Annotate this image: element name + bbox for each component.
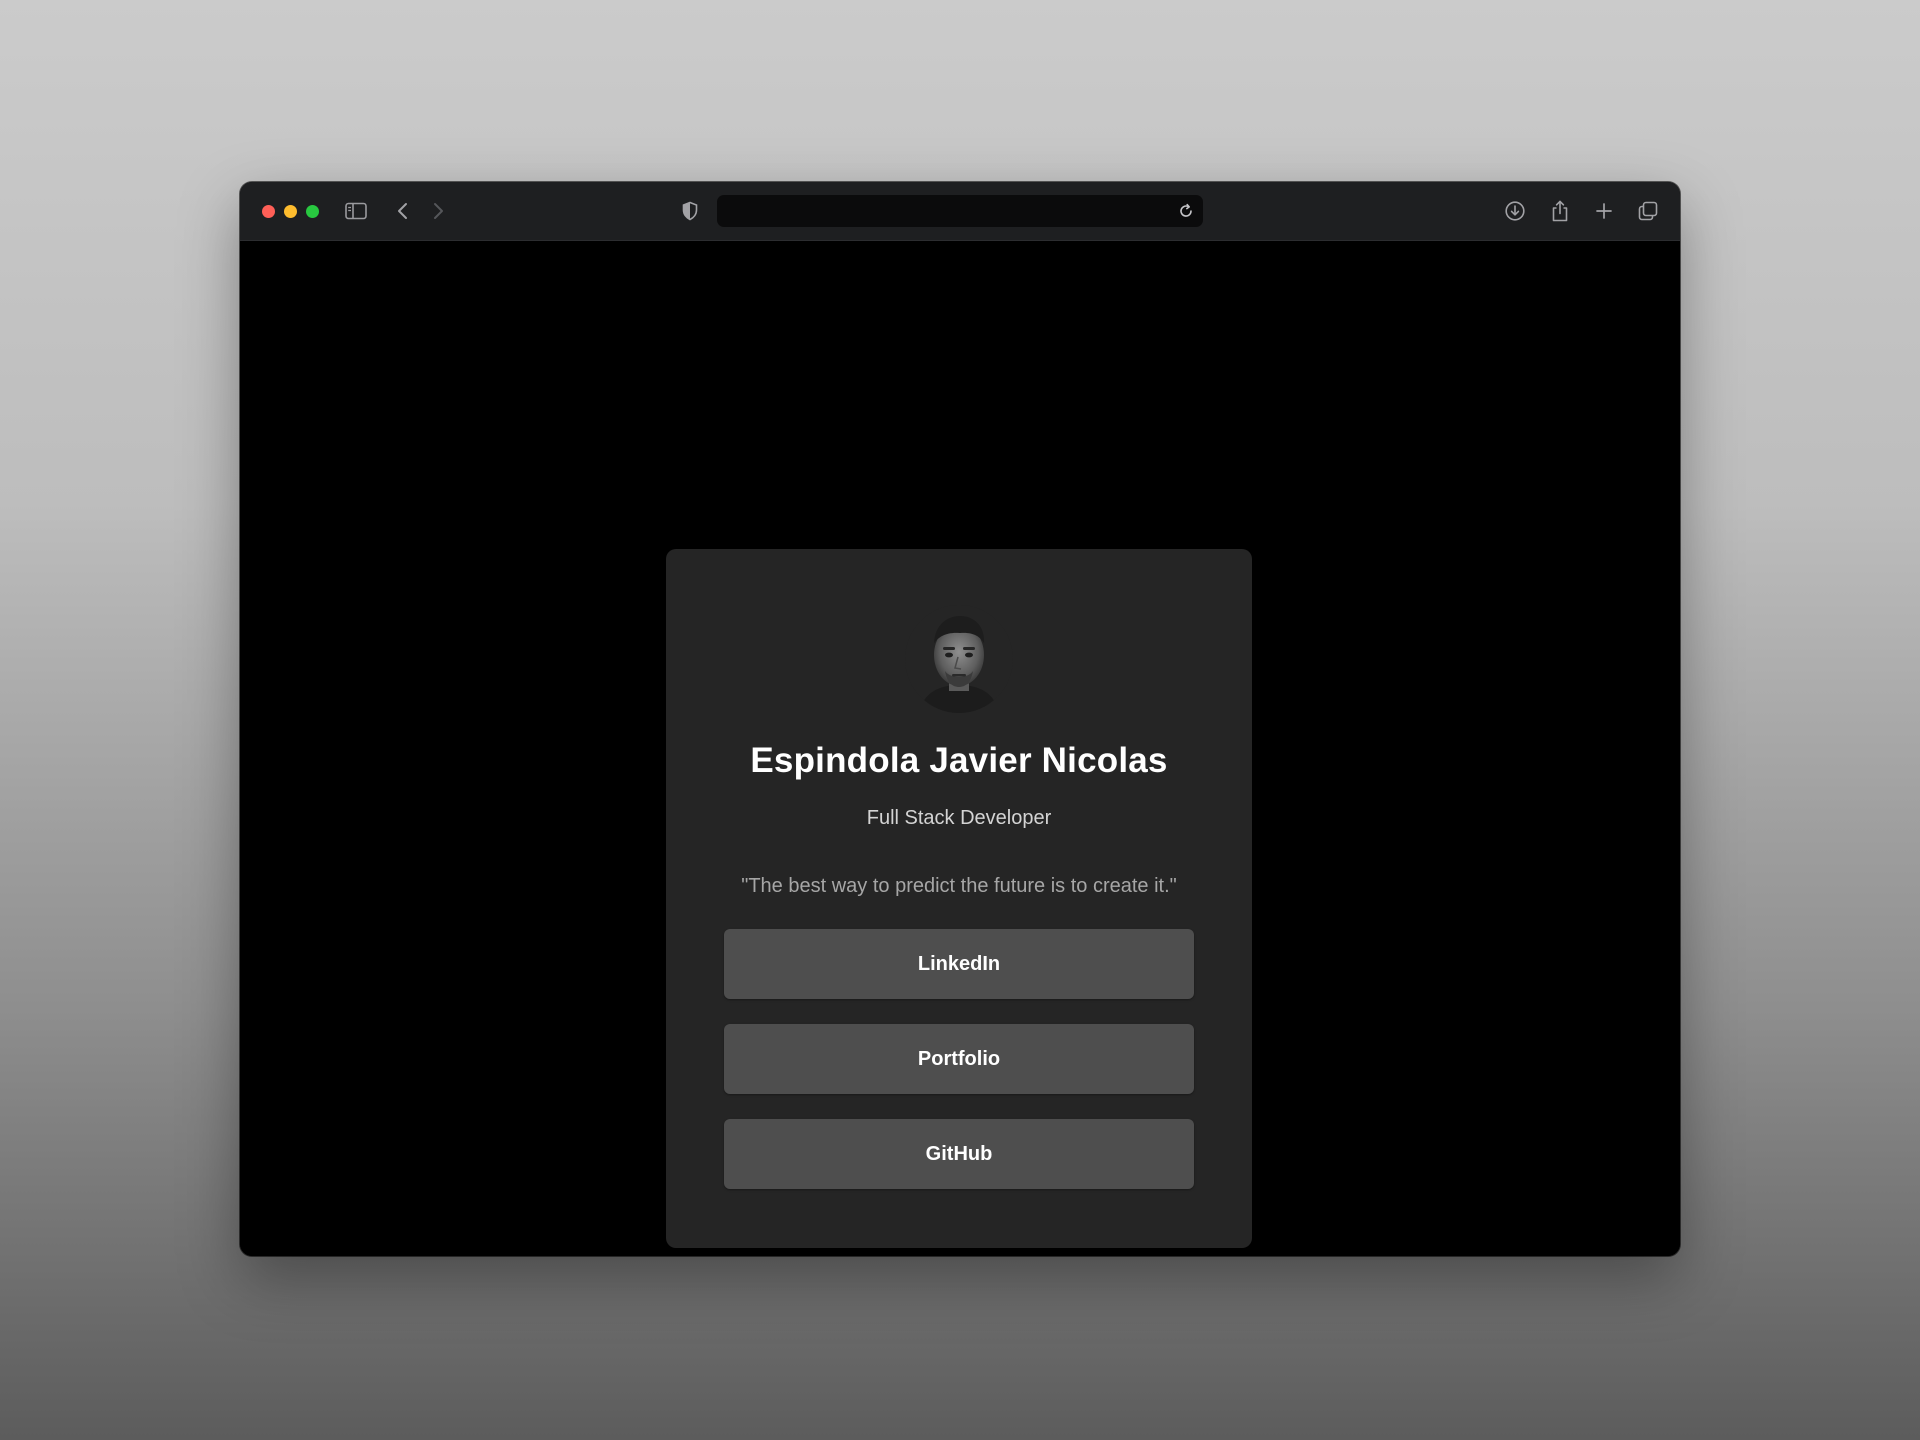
- page-content: Espindola Javier Nicolas Full Stack Deve…: [240, 241, 1680, 1256]
- profile-role: Full Stack Developer: [866, 807, 1052, 829]
- avatar: [905, 605, 1013, 713]
- close-window-button[interactable]: [262, 205, 275, 218]
- browser-toolbar: [240, 182, 1680, 241]
- address-bar[interactable]: [717, 195, 1203, 227]
- reload-icon[interactable]: [1175, 200, 1197, 222]
- download-icon[interactable]: [1503, 199, 1527, 223]
- shield-icon[interactable]: [678, 199, 702, 223]
- browser-window: Espindola Javier Nicolas Full Stack Deve…: [240, 182, 1680, 1256]
- zoom-window-button[interactable]: [306, 205, 319, 218]
- portfolio-button[interactable]: Portfolio: [724, 1024, 1194, 1094]
- plus-icon[interactable]: [1592, 199, 1616, 223]
- share-icon[interactable]: [1548, 199, 1572, 223]
- minimize-window-button[interactable]: [284, 205, 297, 218]
- profile-card: Espindola Javier Nicolas Full Stack Deve…: [666, 549, 1252, 1248]
- chevron-left-icon[interactable]: [391, 199, 415, 223]
- linkedin-button[interactable]: LinkedIn: [724, 929, 1194, 999]
- tab-overview-icon[interactable]: [1636, 199, 1660, 223]
- chevron-right-icon[interactable]: [426, 199, 450, 223]
- profile-quote: "The best way to predict the future is t…: [741, 875, 1177, 897]
- profile-name: Espindola Javier Nicolas: [750, 741, 1168, 780]
- github-button[interactable]: GitHub: [724, 1119, 1194, 1189]
- sidebar-toggle-icon[interactable]: [344, 199, 368, 223]
